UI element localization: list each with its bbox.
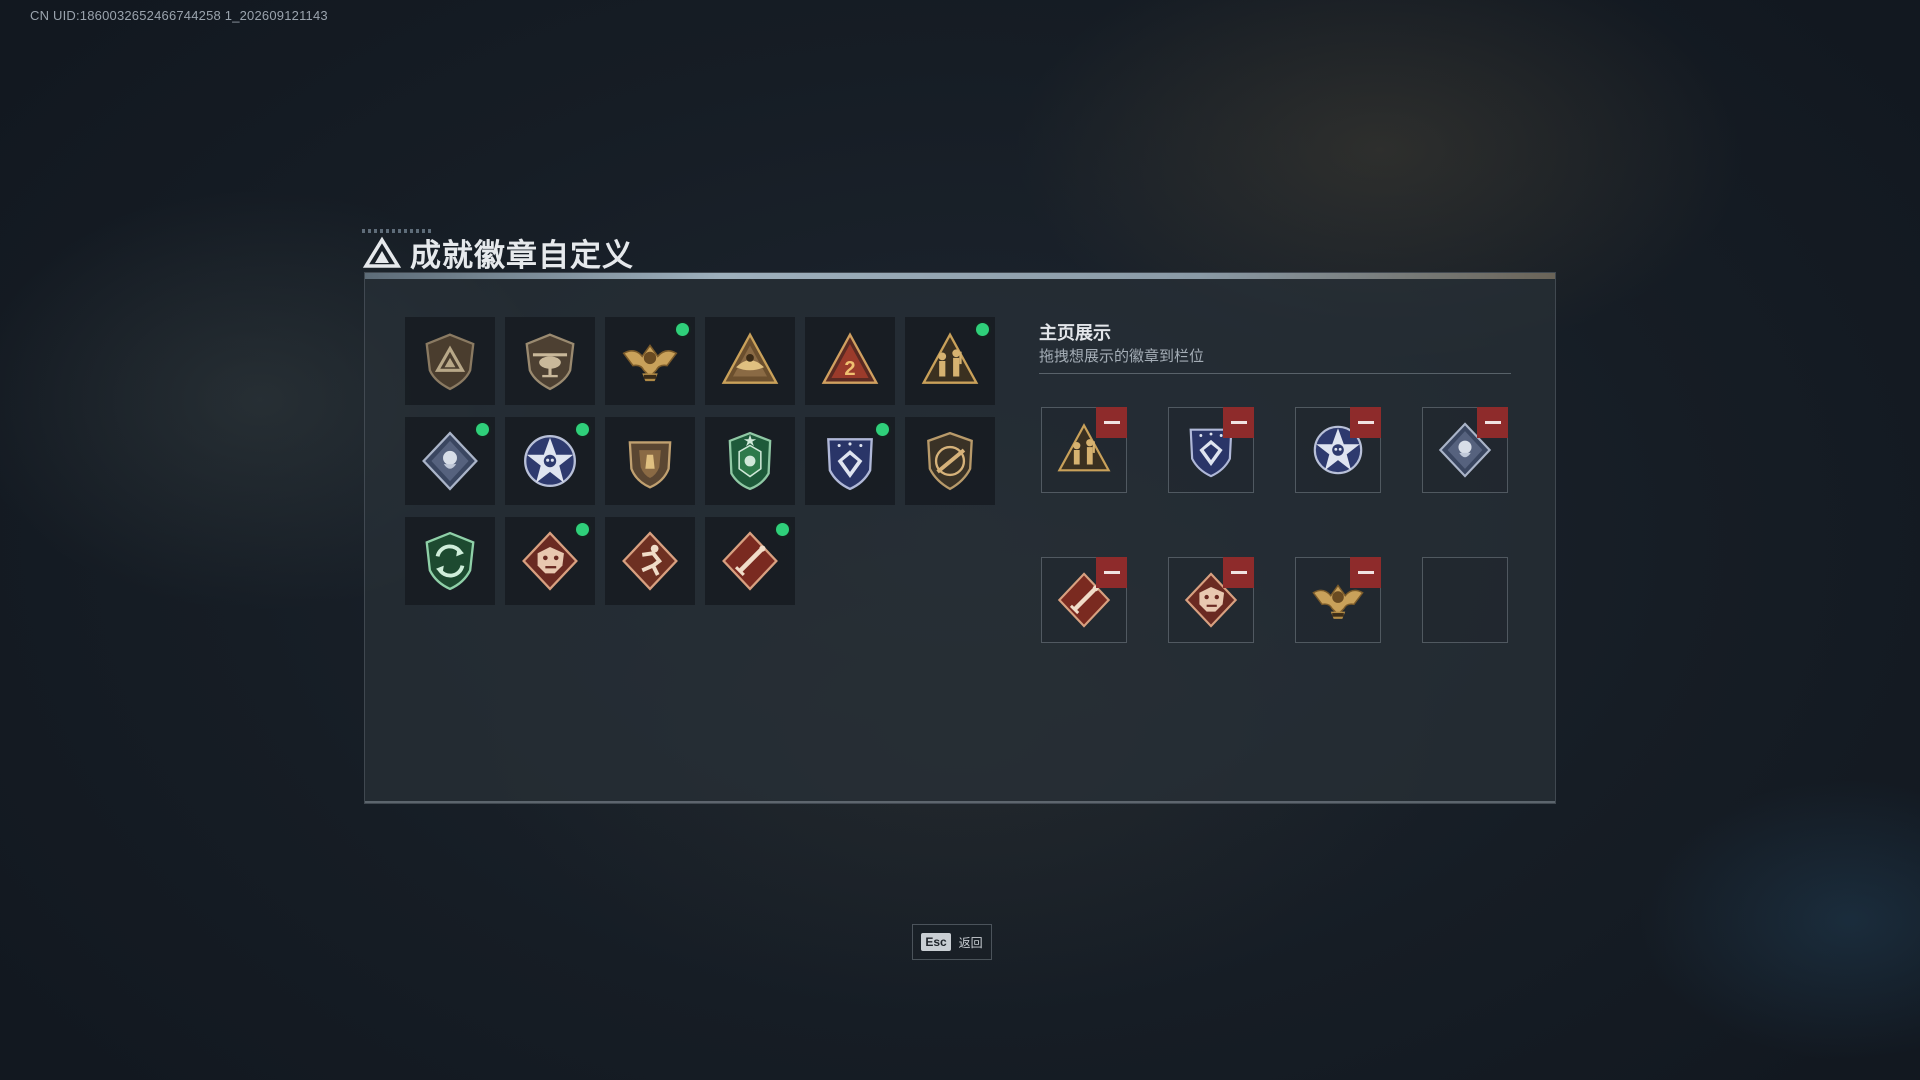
remove-badge-button[interactable]: [1096, 557, 1127, 588]
showcase-slot-empty[interactable]: [1422, 557, 1508, 643]
esc-key-hint: Esc: [921, 933, 951, 951]
green-dot-icon: [676, 323, 689, 336]
minus-icon: [1357, 571, 1374, 574]
green-dot-icon: [576, 523, 589, 536]
green-shield-star-badge-icon: [719, 430, 781, 492]
green-dot-icon: [576, 423, 589, 436]
triangle-number-2-badge-icon: [819, 330, 881, 392]
triangle-logo-icon: [362, 236, 402, 268]
shield-triangle-badge-icon: [419, 330, 481, 392]
remove-badge-button[interactable]: [1223, 407, 1254, 438]
badge-cell[interactable]: [905, 417, 995, 505]
panel-top-bar: [365, 273, 1555, 279]
showcase-slot[interactable]: [1168, 557, 1254, 643]
badge-panel: 主页展示 拖拽想展示的徽章到栏位: [364, 272, 1556, 804]
showcase-divider: [1039, 373, 1511, 374]
remove-badge-button[interactable]: [1350, 407, 1381, 438]
rifle-shield-badge-icon: [919, 430, 981, 492]
badge-grid: [405, 317, 995, 605]
badge-cell[interactable]: [705, 317, 795, 405]
minus-icon: [1230, 421, 1247, 424]
remove-badge-button[interactable]: [1096, 407, 1127, 438]
bronze-triangle-badge-icon: [719, 330, 781, 392]
badge-cell[interactable]: [605, 517, 695, 605]
badge-cell[interactable]: [705, 417, 795, 505]
panel-bottom-line: [365, 801, 1555, 803]
soldiers-triangle-badge-icon: [919, 330, 981, 392]
minus-icon: [1484, 421, 1501, 424]
badge-cell[interactable]: [505, 417, 595, 505]
minus-icon: [1103, 571, 1120, 574]
badge-cell[interactable]: [505, 517, 595, 605]
minus-icon: [1230, 571, 1247, 574]
badge-cell[interactable]: [405, 317, 495, 405]
remove-badge-button[interactable]: [1477, 407, 1508, 438]
showcase-subtitle: 拖拽想展示的徽章到栏位: [1039, 348, 1205, 365]
page-header: 成就徽章自定义: [362, 230, 634, 275]
green-dot-icon: [476, 423, 489, 436]
green-dot-icon: [776, 523, 789, 536]
uid-label: CN UID:1860032652466744258 1_20260912114…: [30, 8, 328, 23]
badge-cell[interactable]: [805, 417, 895, 505]
remove-badge-button[interactable]: [1350, 557, 1381, 588]
runner-diamond-badge-icon: [619, 530, 681, 592]
badge-cell[interactable]: [405, 517, 495, 605]
badge-cell[interactable]: [805, 317, 895, 405]
helicopter-shield-badge-icon: [519, 330, 581, 392]
showcase-slot[interactable]: [1295, 407, 1381, 493]
showcase-slot[interactable]: [1168, 407, 1254, 493]
badge-cell[interactable]: [505, 317, 595, 405]
minus-icon: [1357, 421, 1374, 424]
green-dot-icon: [876, 423, 889, 436]
golden-eagle-wings-badge-icon: [619, 330, 681, 392]
showcase-slots: [1041, 407, 1508, 643]
green-arrows-shield-badge-icon: [419, 530, 481, 592]
green-dot-icon: [976, 323, 989, 336]
back-label: 返回: [958, 935, 983, 950]
dragon-diamond-badge-icon: [519, 530, 581, 592]
showcase-slot[interactable]: [1041, 557, 1127, 643]
back-button[interactable]: Esc 返回: [912, 924, 992, 960]
blue-shield-diamond-badge-icon: [819, 430, 881, 492]
page-title: 成就徽章自定义: [410, 238, 634, 273]
badge-cell[interactable]: [905, 317, 995, 405]
showcase-title: 主页展示: [1039, 323, 1111, 343]
showcase-slot[interactable]: [1295, 557, 1381, 643]
bronze-shield-emblem-badge-icon: [619, 430, 681, 492]
showcase-slot[interactable]: [1041, 407, 1127, 493]
remove-badge-button[interactable]: [1223, 557, 1254, 588]
minus-icon: [1103, 421, 1120, 424]
showcase-slot[interactable]: [1422, 407, 1508, 493]
star-skull-blue-badge-icon: [519, 430, 581, 492]
badge-cell[interactable]: [605, 417, 695, 505]
badge-cell[interactable]: [405, 417, 495, 505]
sword-diamond-badge-icon: [719, 530, 781, 592]
badge-cell[interactable]: [705, 517, 795, 605]
silver-diamond-rose-badge-icon: [419, 430, 481, 492]
badge-cell[interactable]: [605, 317, 695, 405]
